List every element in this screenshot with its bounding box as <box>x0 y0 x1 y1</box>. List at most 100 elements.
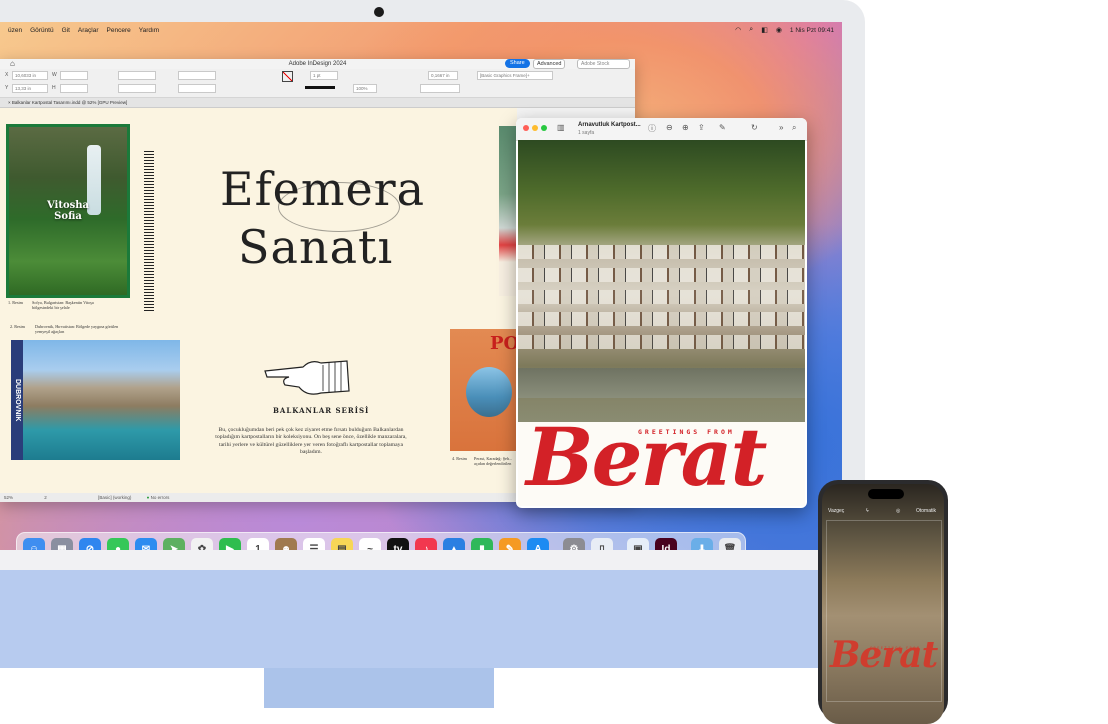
effects-select[interactable] <box>420 84 460 93</box>
close-tab-icon[interactable]: × <box>8 100 11 105</box>
share-button[interactable]: Share <box>505 59 530 68</box>
indesign-titlebar: ⌂ Adobe InDesign 2024 Share Advanced Ado… <box>0 59 635 69</box>
series-title: BALKANLAR SERİSİ <box>273 406 370 415</box>
settings-app-icon[interactable]: ⚙ <box>563 538 585 550</box>
status-profile[interactable]: [Basic] (working) <box>98 495 131 500</box>
pages-app-icon[interactable]: ✎ <box>499 538 521 550</box>
markup-icon[interactable]: ✎ <box>719 123 726 132</box>
menu-item-go[interactable]: Git <box>62 27 70 34</box>
workspace-select[interactable]: Advanced <box>533 59 566 69</box>
menu-item-tools[interactable]: Araçlar <box>78 27 99 34</box>
safari-app-icon[interactable]: ⊘ <box>79 538 101 550</box>
rotate-icon[interactable]: ↻ <box>751 123 758 132</box>
zoom-in-icon[interactable]: ⊕ <box>682 123 689 132</box>
camera-icon <box>374 7 384 17</box>
iphone-mirroring-app-icon[interactable]: ▯ <box>591 538 613 550</box>
stroke-style[interactable] <box>305 86 335 89</box>
flash-icon[interactable]: ϟ <box>866 508 869 514</box>
contacts-app-icon[interactable]: ☻ <box>275 538 297 550</box>
zoom-button[interactable] <box>541 125 547 131</box>
document-tab[interactable]: × Balkanlar Kartpostal Tasarımı.indd @ 5… <box>0 98 635 108</box>
auto-button[interactable]: Otomatik <box>916 508 936 514</box>
imac-bezel-bottom <box>0 550 865 570</box>
stroke-weight-field[interactable]: 1 pt <box>310 71 338 80</box>
menubar-clock[interactable]: 1 Nis Pzt 09:41 <box>790 27 834 34</box>
menu-bar: üzen Görüntü Git Araçlar Pencere Yardım … <box>0 22 842 38</box>
user-icon[interactable]: ◉ <box>776 26 782 34</box>
h-field[interactable] <box>60 84 88 93</box>
finder-app-icon[interactable]: ☺ <box>23 538 45 550</box>
partial-postcard[interactable] <box>499 126 517 296</box>
calendar-app-icon[interactable]: 1 <box>247 538 269 550</box>
facetime-app-icon[interactable]: ▶ <box>219 538 241 550</box>
more-icon[interactable]: » <box>779 123 783 132</box>
sidebar-icon[interactable]: ▥ <box>557 123 565 132</box>
downloads-app-icon[interactable]: ⬇ <box>691 538 713 550</box>
trash-app-icon[interactable]: 🗑 <box>719 538 741 550</box>
dubrovnik-photo[interactable]: DUBROVNIK <box>11 340 180 460</box>
menu-item-edit[interactable]: üzen <box>8 27 22 34</box>
control-panel: X 10,6033 in Y 13,33 in W H 1 pt 100% 0,… <box>0 69 635 98</box>
iphone-greeting: GREETINGS FROM <box>870 646 921 650</box>
music-app-icon[interactable]: ♪ <box>415 538 437 550</box>
notes-app-icon[interactable]: ▤ <box>331 538 353 550</box>
shear-field[interactable] <box>178 84 216 93</box>
preview-app-icon[interactable]: ▣ <box>627 538 649 550</box>
wifi-icon[interactable]: ◠ <box>735 26 741 34</box>
rotate-field[interactable] <box>178 71 216 80</box>
stock-search-input[interactable]: Adobe Stock <box>577 59 630 69</box>
photos-app-icon[interactable]: ✿ <box>191 538 213 550</box>
w-field[interactable] <box>60 71 88 80</box>
control-center-icon[interactable]: ◧ <box>761 26 768 34</box>
mail-app-icon[interactable]: ✉ <box>135 538 157 550</box>
fill-swatch[interactable] <box>282 71 293 82</box>
search-icon[interactable]: ⌕ <box>792 123 796 133</box>
scale-y-field[interactable] <box>118 84 156 93</box>
document-tab-label: Balkanlar Kartpostal Tasarımı.indd @ 52%… <box>11 100 128 105</box>
houses-row <box>518 268 805 282</box>
numbers-app-icon[interactable]: ▮ <box>471 538 493 550</box>
y-field[interactable]: 13,33 in <box>12 84 48 93</box>
scale-x-field[interactable] <box>118 71 156 80</box>
messages-app-icon[interactable]: ● <box>107 538 129 550</box>
dynamic-island <box>868 489 904 499</box>
dubrovnik-strip: DUBROVNIK <box>11 340 23 460</box>
vitosha-photo[interactable]: Vitosha Sofia <box>6 124 130 298</box>
status-zoom[interactable]: 52% <box>4 495 13 500</box>
search-icon[interactable]: ⌕ <box>749 26 753 34</box>
caption-4-text: Perast, Karadağ: Şeh... açıdan değerlend… <box>474 456 513 466</box>
reminders-app-icon[interactable]: ☰ <box>303 538 325 550</box>
object-style-select[interactable]: [Basic Graphics Frame]+ <box>477 71 553 80</box>
close-button[interactable] <box>523 125 529 131</box>
info-icon[interactable]: ⓘ <box>648 123 656 134</box>
caption-2-text: Dubrovnik, Hırvatistan: Bölgede yaygına … <box>35 324 119 334</box>
dubrovnik-strip-label: DUBROVNIK <box>14 378 21 422</box>
launchpad-app-icon[interactable]: ▦ <box>51 538 73 550</box>
menu-item-window[interactable]: Pencere <box>107 27 131 34</box>
maps-app-icon[interactable]: ➤ <box>163 538 185 550</box>
menu-item-view[interactable]: Görüntü <box>30 27 54 34</box>
ref-field[interactable]: 0,1667 in <box>428 71 458 80</box>
home-icon[interactable]: ⌂ <box>10 59 15 69</box>
cancel-button[interactable]: Vazgeç <box>828 508 844 514</box>
x-field[interactable]: 10,6033 in <box>12 71 48 80</box>
appstore-app-icon[interactable]: A <box>527 538 549 550</box>
greetings-text: GREETINGS FROM <box>638 428 735 436</box>
minimize-button[interactable] <box>532 125 538 131</box>
iphone-screen: Vazgeç ϟ ◎ Otomatik Berat GREETINGS FROM <box>822 484 944 724</box>
document-canvas[interactable]: Vitosha Sofia 1. Resim Sofya, Bulgarista… <box>0 108 517 493</box>
freeform-app-icon[interactable]: ~ <box>359 538 381 550</box>
perast-postcard[interactable]: PO <box>450 329 517 451</box>
menu-item-help[interactable]: Yardım <box>139 27 159 34</box>
opacity-field[interactable]: 100% <box>353 84 377 93</box>
zoom-out-icon[interactable]: ⊖ <box>666 123 673 132</box>
status-errors[interactable]: No errors <box>151 495 170 500</box>
status-ok-icon: ● <box>146 495 150 500</box>
status-page[interactable]: 2 <box>44 495 47 500</box>
indesign-app-icon[interactable]: Id <box>655 538 677 550</box>
mac-screen: üzen Görüntü Git Araçlar Pencere Yardım … <box>0 22 842 550</box>
tv-app-icon[interactable]: tv <box>387 538 409 550</box>
share-icon[interactable]: ⇪ <box>698 123 705 132</box>
settings-icon[interactable]: ◎ <box>896 508 900 514</box>
keynote-app-icon[interactable]: ▲ <box>443 538 465 550</box>
